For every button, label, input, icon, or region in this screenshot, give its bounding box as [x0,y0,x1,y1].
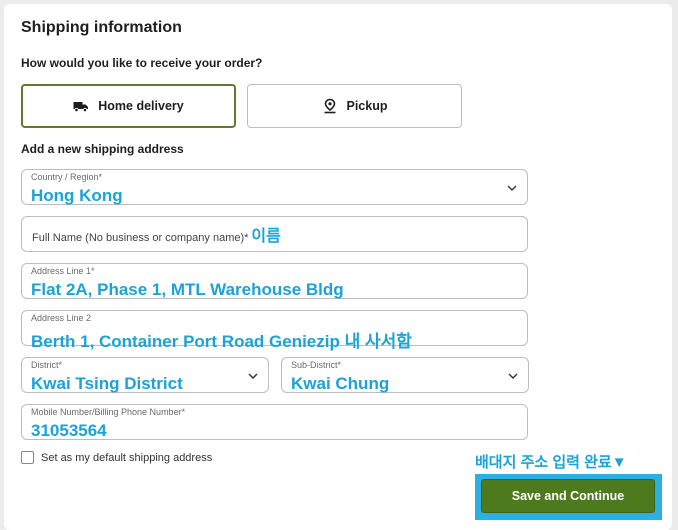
address-line-1-field[interactable]: Address Line 1* Flat 2A, Phase 1, MTL Wa… [21,263,528,299]
sub-district-value: Kwai Chung [291,374,390,393]
pickup-option[interactable]: Pickup [247,84,462,128]
address-line-1-value: Flat 2A, Phase 1, MTL Warehouse Bldg [31,280,344,299]
sub-district-label: Sub-District* [291,360,342,370]
address-line-2-label: Address Line 2 [31,313,92,323]
mobile-number-value: 31053564 [31,421,107,440]
page-title: Shipping information [21,19,182,36]
chevron-down-icon [508,373,518,379]
default-address-row: Set as my default shipping address [21,451,212,464]
country-select[interactable]: Country / Region* Hong Kong [21,169,528,205]
home-delivery-label: Home delivery [98,99,184,113]
default-address-checkbox[interactable] [21,451,34,464]
home-delivery-option[interactable]: Home delivery [21,84,236,128]
country-value: Hong Kong [31,186,123,205]
full-name-placeholder: Full Name (No business or company name)* [32,232,249,244]
save-and-continue-button[interactable]: Save and Continue [481,479,655,513]
address-line-2-field[interactable]: Address Line 2 Berth 1, Container Port R… [21,310,528,351]
location-pin-icon [322,98,338,114]
truck-icon [73,98,89,114]
sub-district-select[interactable]: Sub-District* Kwai Chung [281,357,529,393]
district-value: Kwai Tsing District [31,374,183,393]
chevron-down-icon [248,373,258,379]
mobile-number-label: Mobile Number/Billing Phone Number* [31,407,186,417]
default-address-label: Set as my default shipping address [41,451,213,464]
pickup-label: Pickup [346,99,388,113]
district-label: District* [31,360,62,370]
country-label: Country / Region* [31,172,103,182]
district-select[interactable]: District* Kwai Tsing District [21,357,269,393]
new-address-heading: Add a new shipping address [21,142,184,156]
delivery-question: How would you like to receive your order… [21,56,263,70]
full-name-field[interactable]: Full Name (No business or company name)*… [21,216,528,252]
address-line-1-label: Address Line 1* [31,266,95,276]
address-line-2-value: Berth 1, Container Port Road Geniezip 내 … [31,332,412,351]
mobile-number-field[interactable]: Mobile Number/Billing Phone Number* 3105… [21,404,528,440]
annotation-text: 배대지 주소 입력 완료▼ [475,454,627,471]
chevron-down-icon [507,185,517,191]
full-name-note: 이름 [251,228,281,245]
